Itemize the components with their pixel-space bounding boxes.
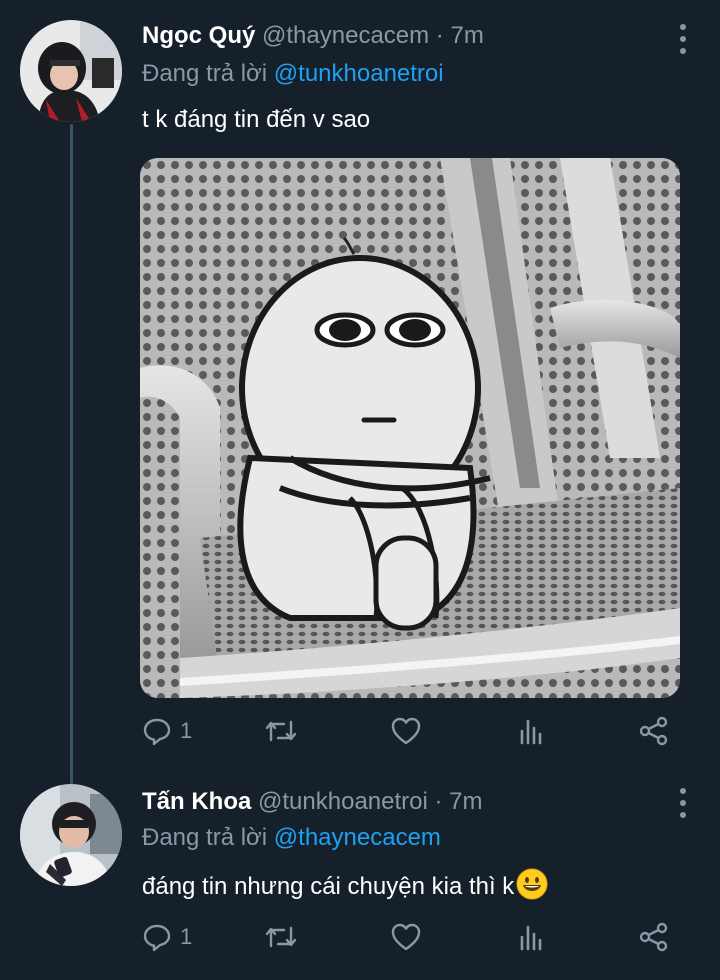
- analytics-button[interactable]: [516, 922, 546, 952]
- thread-connector-line: [70, 124, 73, 784]
- timestamp[interactable]: 7m: [450, 22, 483, 49]
- display-name[interactable]: Ngọc Quý: [142, 22, 255, 49]
- user-handle[interactable]: @tunkhoanetroi: [258, 788, 428, 815]
- replying-to: Đang trả lời @tunkhoanetroi: [142, 60, 444, 88]
- retweet-button[interactable]: [264, 922, 298, 952]
- avatar-ngoc-quy[interactable]: [20, 20, 122, 122]
- tweet-media-image[interactable]: [140, 158, 680, 698]
- reply-mention-link[interactable]: @thaynecacem: [274, 824, 441, 851]
- more-vertical-icon[interactable]: [678, 788, 688, 818]
- separator-dot: ·: [434, 788, 443, 815]
- avatar-tan-khoa[interactable]: [20, 784, 122, 886]
- reply-button[interactable]: 1: [142, 922, 192, 952]
- replying-to-label: Đang trả lời: [142, 60, 268, 87]
- reply-icon: [143, 718, 171, 746]
- display-name[interactable]: Tấn Khoa: [142, 788, 251, 815]
- tweet-actions: 1: [142, 922, 682, 958]
- retweet-icon: [265, 926, 297, 948]
- share-icon: [639, 922, 668, 952]
- reply-count: 1: [180, 924, 193, 949]
- tweet-text: t k đáng tin đến v sao: [142, 106, 371, 133]
- retweet-button[interactable]: [264, 716, 298, 746]
- analytics-icon: [520, 925, 542, 951]
- tweet-header: Tấn Khoa @tunkhoanetroi · 7m: [142, 788, 483, 816]
- like-icon: [391, 923, 421, 951]
- reply-icon: [143, 924, 171, 952]
- tweet-header: Ngọc Quý @thaynecacem · 7m: [142, 22, 484, 50]
- like-icon: [391, 717, 421, 745]
- timestamp[interactable]: 7m: [449, 788, 482, 815]
- analytics-icon: [520, 719, 542, 745]
- share-icon: [639, 716, 668, 746]
- tweet-text-row: đáng tin nhưng cái chuyện kia thì k: [142, 868, 548, 901]
- separator-dot: ·: [435, 22, 444, 49]
- reply-count: 1: [180, 718, 193, 743]
- grinning-face-emoji: [516, 868, 548, 900]
- reply-button[interactable]: 1: [142, 716, 192, 746]
- replying-to: Đang trả lời @thaynecacem: [142, 824, 441, 852]
- reply-mention-link[interactable]: @tunkhoanetroi: [274, 60, 444, 87]
- like-button[interactable]: [390, 716, 422, 746]
- tweet-text: đáng tin nhưng cái chuyện kia thì k: [142, 873, 515, 900]
- share-button[interactable]: [638, 716, 670, 746]
- analytics-button[interactable]: [516, 716, 546, 746]
- tweet-actions: 1: [142, 716, 682, 752]
- retweet-icon: [265, 720, 297, 742]
- user-handle[interactable]: @thaynecacem: [262, 22, 429, 49]
- more-vertical-icon[interactable]: [678, 24, 688, 54]
- replying-to-label: Đang trả lời: [142, 824, 268, 851]
- share-button[interactable]: [638, 922, 670, 952]
- like-button[interactable]: [390, 922, 422, 952]
